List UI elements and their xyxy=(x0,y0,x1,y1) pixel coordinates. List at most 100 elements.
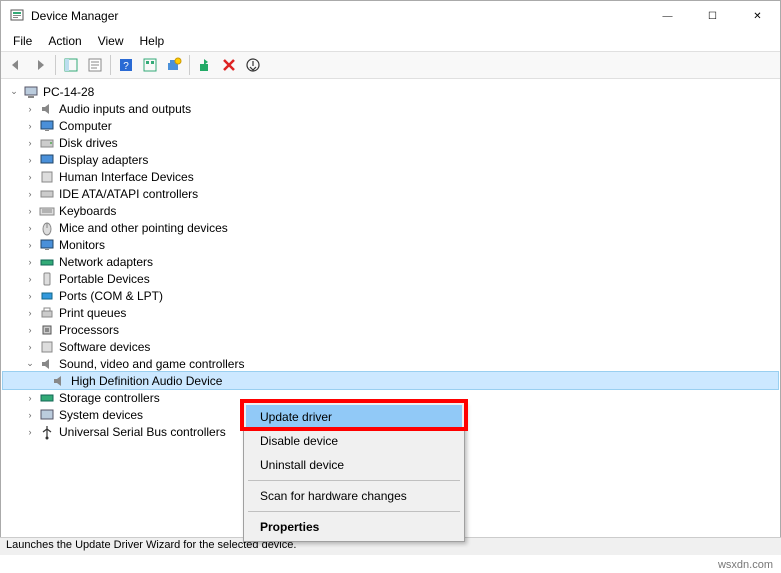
expander-icon[interactable]: › xyxy=(23,340,37,354)
close-button[interactable]: ✕ xyxy=(735,1,780,31)
menu-file[interactable]: File xyxy=(5,32,40,50)
tree-item-hid[interactable]: ›Human Interface Devices xyxy=(3,168,778,185)
tree-label: Storage controllers xyxy=(59,391,160,405)
tree-label: Sound, video and game controllers xyxy=(59,357,244,371)
expander-icon[interactable]: › xyxy=(23,102,37,116)
expander-icon[interactable]: › xyxy=(23,187,37,201)
tree-item-high-definition-audio[interactable]: High Definition Audio Device xyxy=(3,372,778,389)
tree-item-sound-video-game[interactable]: ⌄ Sound, video and game controllers xyxy=(3,355,778,372)
maximize-button[interactable]: ☐ xyxy=(690,1,735,31)
expander-icon[interactable]: › xyxy=(23,408,37,422)
expander-icon[interactable]: › xyxy=(23,238,37,252)
tree-item-ports[interactable]: › Ports (COM & LPT) xyxy=(3,287,778,304)
tree-label: Ports (COM & LPT) xyxy=(59,289,163,303)
menu-action[interactable]: Action xyxy=(40,32,89,50)
expander-icon[interactable]: › xyxy=(23,391,37,405)
ctx-update-driver[interactable]: Update driver xyxy=(246,405,462,429)
tree-label: Monitors xyxy=(59,238,105,252)
tree-label: Network adapters xyxy=(59,255,153,269)
expander-icon[interactable]: › xyxy=(23,272,37,286)
uninstall-button[interactable] xyxy=(218,54,240,76)
tree-item-computer[interactable]: › Computer xyxy=(3,117,778,134)
titlebar: Device Manager — ☐ ✕ xyxy=(1,1,780,31)
expander-icon[interactable]: › xyxy=(23,170,37,184)
show-hide-console-tree-button[interactable] xyxy=(60,54,82,76)
tree-item-disk-drives[interactable]: › Disk drives xyxy=(3,134,778,151)
system-icon xyxy=(39,407,55,423)
tree-item-audio-inputs[interactable]: › Audio inputs and outputs xyxy=(3,100,778,117)
hid-icon xyxy=(39,169,55,185)
port-icon xyxy=(39,288,55,304)
tree-label: Computer xyxy=(59,119,112,133)
speaker-icon xyxy=(51,373,67,389)
tree-item-monitors[interactable]: › Monitors xyxy=(3,236,778,253)
tree-label: Display adapters xyxy=(59,153,148,167)
expander-icon[interactable]: › xyxy=(23,153,37,167)
monitor-icon xyxy=(39,118,55,134)
ctx-uninstall-device[interactable]: Uninstall device xyxy=(246,453,462,477)
tree-label: Processors xyxy=(59,323,119,337)
disable-button[interactable] xyxy=(242,54,264,76)
tree-item-keyboards[interactable]: ›Keyboards xyxy=(3,202,778,219)
tree-label: Audio inputs and outputs xyxy=(59,102,191,116)
tree-item-ide[interactable]: ›IDE ATA/ATAPI controllers xyxy=(3,185,778,202)
expander-icon[interactable]: › xyxy=(23,323,37,337)
storage-icon xyxy=(39,390,55,406)
ide-icon xyxy=(39,186,55,202)
expander-icon[interactable]: › xyxy=(23,425,37,439)
expander-icon[interactable]: › xyxy=(23,204,37,218)
tree-item-software-devices[interactable]: ›Software devices xyxy=(3,338,778,355)
tree-item-portable[interactable]: ›Portable Devices xyxy=(3,270,778,287)
menu-view[interactable]: View xyxy=(90,32,132,50)
tree-label: Disk drives xyxy=(59,136,118,150)
ctx-disable-device[interactable]: Disable device xyxy=(246,429,462,453)
usb-icon xyxy=(39,424,55,440)
tree-label: PC-14-28 xyxy=(43,85,94,99)
menu-help[interactable]: Help xyxy=(132,32,173,50)
scan-hardware-button[interactable] xyxy=(163,54,185,76)
context-menu: Update driver Disable device Uninstall d… xyxy=(243,402,465,542)
expander-icon[interactable]: › xyxy=(23,306,37,320)
cpu-icon xyxy=(39,322,55,338)
watermark: wsxdn.com xyxy=(718,559,773,571)
action-button[interactable] xyxy=(139,54,161,76)
disk-icon xyxy=(39,135,55,151)
update-driver-button[interactable] xyxy=(194,54,216,76)
expander-icon[interactable]: › xyxy=(23,255,37,269)
minimize-button[interactable]: — xyxy=(645,1,690,31)
tree-item-mice[interactable]: › Mice and other pointing devices xyxy=(3,219,778,236)
tree-item-display-adapters[interactable]: › Display adapters xyxy=(3,151,778,168)
properties-button[interactable] xyxy=(84,54,106,76)
window-title: Device Manager xyxy=(31,9,645,23)
expander-icon[interactable]: › xyxy=(23,289,37,303)
tree-item-print-queues[interactable]: › Print queues xyxy=(3,304,778,321)
keyboard-icon xyxy=(39,203,55,219)
tree-label: Print queues xyxy=(59,306,126,320)
back-button[interactable] xyxy=(5,54,27,76)
toolbar-separator xyxy=(55,55,56,75)
tree-item-network[interactable]: › Network adapters xyxy=(3,253,778,270)
tree-label: Universal Serial Bus controllers xyxy=(59,425,226,439)
expander-icon[interactable]: › xyxy=(23,221,37,235)
portable-icon xyxy=(39,271,55,287)
tree-root[interactable]: ⌄ PC-14-28 xyxy=(3,83,778,100)
computer-icon xyxy=(23,84,39,100)
expander-icon[interactable]: › xyxy=(23,119,37,133)
tree-item-processors[interactable]: › Processors xyxy=(3,321,778,338)
ctx-scan-hardware[interactable]: Scan for hardware changes xyxy=(246,484,462,508)
svg-text:?: ? xyxy=(123,61,129,72)
help-button[interactable]: ? xyxy=(115,54,137,76)
speaker-icon xyxy=(39,101,55,117)
expander-icon[interactable]: ⌄ xyxy=(7,85,21,99)
network-icon xyxy=(39,254,55,270)
expander-icon[interactable]: ⌄ xyxy=(23,357,37,371)
toolbar-separator xyxy=(110,55,111,75)
ctx-separator xyxy=(248,511,460,512)
tree-label: High Definition Audio Device xyxy=(71,374,222,388)
tree-label: Mice and other pointing devices xyxy=(59,221,228,235)
forward-button[interactable] xyxy=(29,54,51,76)
expander-icon[interactable]: › xyxy=(23,136,37,150)
ctx-properties[interactable]: Properties xyxy=(246,515,462,539)
monitor-icon xyxy=(39,237,55,253)
speaker-icon xyxy=(39,356,55,372)
